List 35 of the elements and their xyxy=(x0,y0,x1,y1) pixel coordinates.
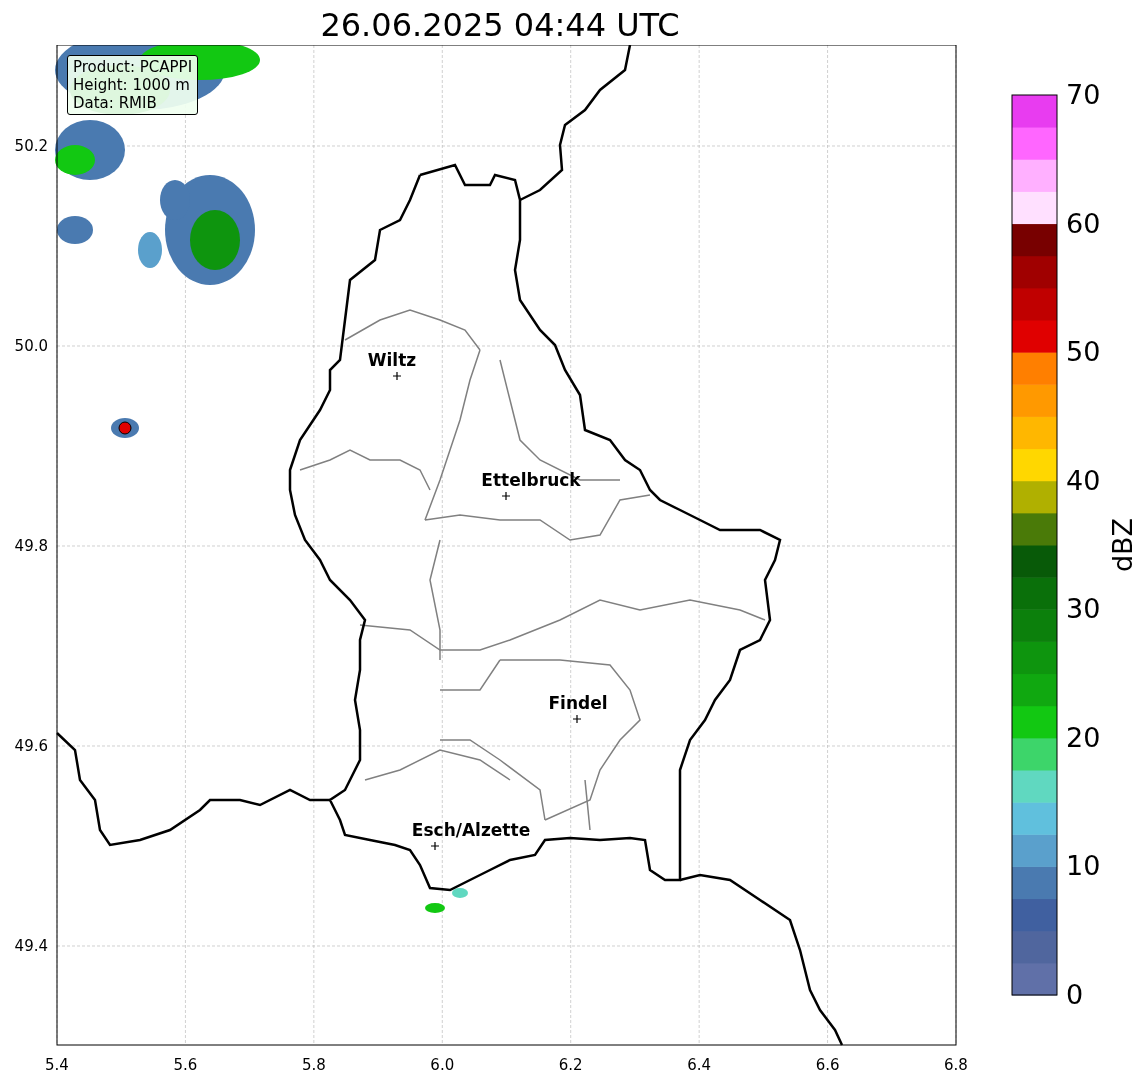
city-label: Ettelbruck xyxy=(481,470,581,490)
city-label: Findel xyxy=(548,693,608,713)
scale-tick-label: 50 xyxy=(1066,336,1101,368)
info-text: Product: PCAPPI xyxy=(73,58,193,76)
scale-tick-label: 40 xyxy=(1066,464,1101,496)
scale-tick-label: 70 xyxy=(1066,79,1101,110)
scale-tick-label: 10 xyxy=(1066,850,1101,882)
map-title: 26.06.2025 04:44 UTC xyxy=(319,5,681,45)
axis-tick-label: 50.0 xyxy=(14,337,48,355)
info-text: Data: RMIB xyxy=(73,94,158,112)
scale-tick-label: 20 xyxy=(1066,721,1101,753)
axis-tick-label: 49.4 xyxy=(14,937,48,955)
city-marker xyxy=(430,841,440,851)
axis-tick-label: 5.6 xyxy=(173,1056,198,1074)
city-label: Esch/Alzette xyxy=(411,820,531,840)
scale-label: dBZ xyxy=(1107,517,1138,573)
axis-tick-label: 49.6 xyxy=(14,737,48,755)
axis-tick-label: 6.2 xyxy=(558,1056,583,1074)
city-marker xyxy=(572,714,582,724)
scale-tick-label: 60 xyxy=(1066,207,1101,239)
axis-tick-label: 6.0 xyxy=(430,1056,455,1074)
axis-tick-label: 5.8 xyxy=(301,1056,326,1074)
city-marker xyxy=(392,371,402,381)
radar-site-marker xyxy=(118,421,132,435)
city-marker xyxy=(501,491,511,501)
info-text: Height: 1000 m xyxy=(73,76,191,94)
city-label: Wiltz xyxy=(367,350,417,370)
axis-tick-label: 6.8 xyxy=(944,1056,968,1074)
axis-tick-label: 6.4 xyxy=(687,1056,712,1074)
scale-tick-label: 0 xyxy=(1066,979,1084,1010)
axis-tick-label: 49.8 xyxy=(14,537,48,555)
axis-tick-label: 50.2 xyxy=(14,137,48,155)
scale-tick-label: 30 xyxy=(1066,593,1101,625)
axis-tick-label: 6.6 xyxy=(815,1056,840,1074)
axis-tick-label: 5.4 xyxy=(45,1056,69,1074)
